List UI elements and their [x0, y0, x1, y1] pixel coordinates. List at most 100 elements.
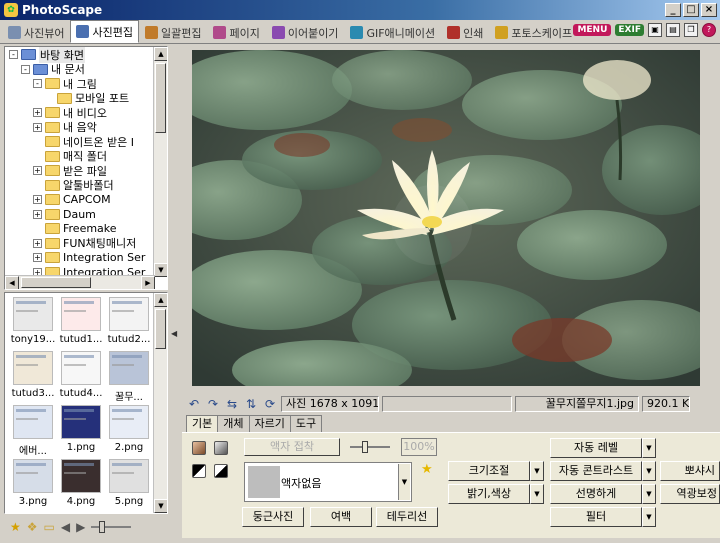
menu-button[interactable]: MENU: [573, 24, 612, 36]
thumbnail-item[interactable]: 1.png: [57, 405, 105, 457]
tab-1[interactable]: 사진편집: [70, 20, 139, 43]
help-icon[interactable]: ?: [702, 23, 716, 37]
tree-node[interactable]: -내 그림: [33, 76, 97, 91]
sharpen-dropdown[interactable]: ▼: [642, 484, 656, 504]
thumb-scroll-up[interactable]: ▲: [154, 293, 167, 307]
frame-apply-button[interactable]: 액자 접착: [244, 438, 340, 456]
sharpen-button[interactable]: 선명하게: [550, 484, 642, 504]
thumbnail-item[interactable]: 4.png: [57, 459, 105, 511]
white-black-icon[interactable]: [214, 464, 228, 478]
minimize-button[interactable]: _: [665, 3, 681, 17]
tab-5[interactable]: GIF애니메이션: [344, 22, 442, 43]
editor-tab-3[interactable]: 도구: [289, 415, 323, 433]
arrow-left-icon[interactable]: ◀: [61, 520, 70, 534]
collapse-icon[interactable]: -: [21, 64, 30, 74]
resize-button[interactable]: 크기조절: [448, 461, 530, 481]
photo-canvas[interactable]: [192, 50, 700, 386]
flip-horizontal-icon[interactable]: ⇆: [224, 397, 240, 411]
tab-2[interactable]: 일괄편집: [138, 22, 208, 43]
tree-node[interactable]: + 내 비디오: [33, 105, 107, 120]
margin-button[interactable]: 여백: [310, 507, 372, 527]
tree-horizontal-scrollbar[interactable]: ◀ ▶: [5, 275, 155, 289]
frame-size-slider[interactable]: [350, 441, 390, 453]
auto-level-button[interactable]: 자동 레벨: [550, 438, 642, 458]
thumbnail-item[interactable]: 3.png: [9, 459, 57, 511]
backlight-correction-button[interactable]: 역광보정: [660, 484, 720, 504]
tree-vertical-scrollbar[interactable]: ▲ ▼: [153, 47, 167, 277]
tab-7[interactable]: 포토스케이프: [489, 22, 579, 43]
thumbnail-size-slider[interactable]: [91, 521, 132, 533]
tree-node[interactable]: - 바탕 화면: [9, 47, 85, 63]
folder-favorite-icon[interactable]: ❖: [27, 520, 38, 534]
auto-contrast-dropdown[interactable]: ▼: [642, 461, 656, 481]
thumbnail-item[interactable]: tutud2...: [105, 297, 153, 349]
tree-node[interactable]: + Daum: [33, 207, 96, 222]
tree-node[interactable]: + 받은 파일: [33, 163, 107, 178]
expand-icon[interactable]: +: [33, 122, 42, 132]
expand-icon[interactable]: +: [33, 238, 42, 248]
frame-percent-field[interactable]: 100%: [401, 438, 437, 456]
scroll-thumb[interactable]: [155, 63, 166, 133]
black-white-icon[interactable]: [192, 464, 206, 478]
thumbnail-list[interactable]: ▲ ▼ tony19... tutud1... tutud2... tutud3...…: [4, 292, 168, 514]
editor-tab-1[interactable]: 개체: [217, 415, 250, 433]
thumbnail-item[interactable]: tony19...: [9, 297, 57, 349]
tree-node[interactable]: 매직 폴더: [33, 149, 107, 164]
thumbnail-item[interactable]: 꿀무...: [105, 351, 153, 403]
panel-splitter[interactable]: ◀: [170, 46, 180, 538]
tab-0[interactable]: 사진뷰어: [2, 22, 71, 43]
thumbnail-item[interactable]: tutud4...: [57, 351, 105, 403]
filter-dropdown[interactable]: ▼: [642, 507, 656, 527]
filter-button[interactable]: 필터: [550, 507, 642, 527]
brightness-color-button[interactable]: 밝기,색상: [448, 484, 530, 504]
scroll-down-button[interactable]: ▼: [154, 263, 167, 277]
scroll-right-button[interactable]: ▶: [141, 276, 155, 289]
tree-node[interactable]: 모바일 포트: [45, 91, 129, 106]
tree-node[interactable]: + FUN채팅매니저: [33, 236, 136, 251]
resize-dropdown[interactable]: ▼: [530, 461, 544, 481]
collapse-arrow-icon[interactable]: ◀: [171, 329, 177, 338]
tab-3[interactable]: 페이지: [207, 22, 266, 43]
frame-dropdown-button[interactable]: ▼: [398, 464, 410, 500]
maximize-button[interactable]: □: [683, 3, 699, 17]
expand-icon[interactable]: +: [33, 108, 42, 117]
tree-node[interactable]: + CAPCOM: [33, 192, 111, 207]
exif-button[interactable]: EXIF: [615, 24, 644, 36]
arrow-right-icon[interactable]: ▶: [76, 520, 85, 534]
thumbnail-item[interactable]: 2.png: [105, 405, 153, 457]
scroll-thumb-horizontal[interactable]: [21, 277, 91, 288]
tab-4[interactable]: 이어붙이기: [265, 22, 345, 43]
editor-tab-2[interactable]: 자르기: [248, 415, 291, 433]
folder-icon[interactable]: ▭: [44, 520, 55, 534]
collapse-icon[interactable]: -: [9, 50, 18, 59]
expand-icon[interactable]: +: [33, 209, 42, 219]
expand-icon[interactable]: +: [33, 253, 42, 262]
tree-node[interactable]: + Integration Ser: [33, 250, 145, 265]
border-line-button[interactable]: 테두리선: [376, 507, 438, 527]
copy-icon[interactable]: ❐: [684, 23, 698, 37]
rotate-left-icon[interactable]: ↶: [186, 397, 202, 411]
scroll-left-button[interactable]: ◀: [5, 276, 19, 289]
thumbnail-item[interactable]: 에버...: [9, 405, 57, 457]
tree-node[interactable]: 알툴바폴더: [33, 178, 114, 193]
thumbnail-item[interactable]: tutud3...: [9, 351, 57, 403]
flip-vertical-icon[interactable]: ⇅: [243, 397, 259, 411]
rotate-right-icon[interactable]: ↷: [205, 397, 221, 411]
window-icon[interactable]: ▣: [648, 23, 662, 37]
thumb-scroll-thumb[interactable]: [155, 309, 166, 349]
tree-node[interactable]: Freemake: [33, 221, 117, 236]
thumb-scroll-down[interactable]: ▼: [154, 499, 167, 513]
thumbnail-scrollbar[interactable]: ▲ ▼: [153, 293, 167, 513]
tree-node[interactable]: + 내 음악: [33, 120, 97, 135]
soft-focus-button[interactable]: 뽀샤시: [660, 461, 720, 481]
frame-select[interactable]: 액자없음 ▼: [244, 462, 412, 502]
favorite-star-icon[interactable]: ★: [10, 520, 21, 534]
auto-level-dropdown[interactable]: ▼: [642, 438, 656, 458]
close-button[interactable]: ×: [701, 3, 717, 17]
tab-6[interactable]: 인쇄: [441, 22, 490, 43]
expand-icon[interactable]: +: [33, 166, 42, 175]
scroll-up-button[interactable]: ▲: [154, 47, 167, 61]
color-brown-swatch-icon[interactable]: [192, 441, 206, 455]
rotate-free-icon[interactable]: ⟳: [262, 397, 278, 411]
round-photo-button[interactable]: 둥근사진: [242, 507, 304, 527]
